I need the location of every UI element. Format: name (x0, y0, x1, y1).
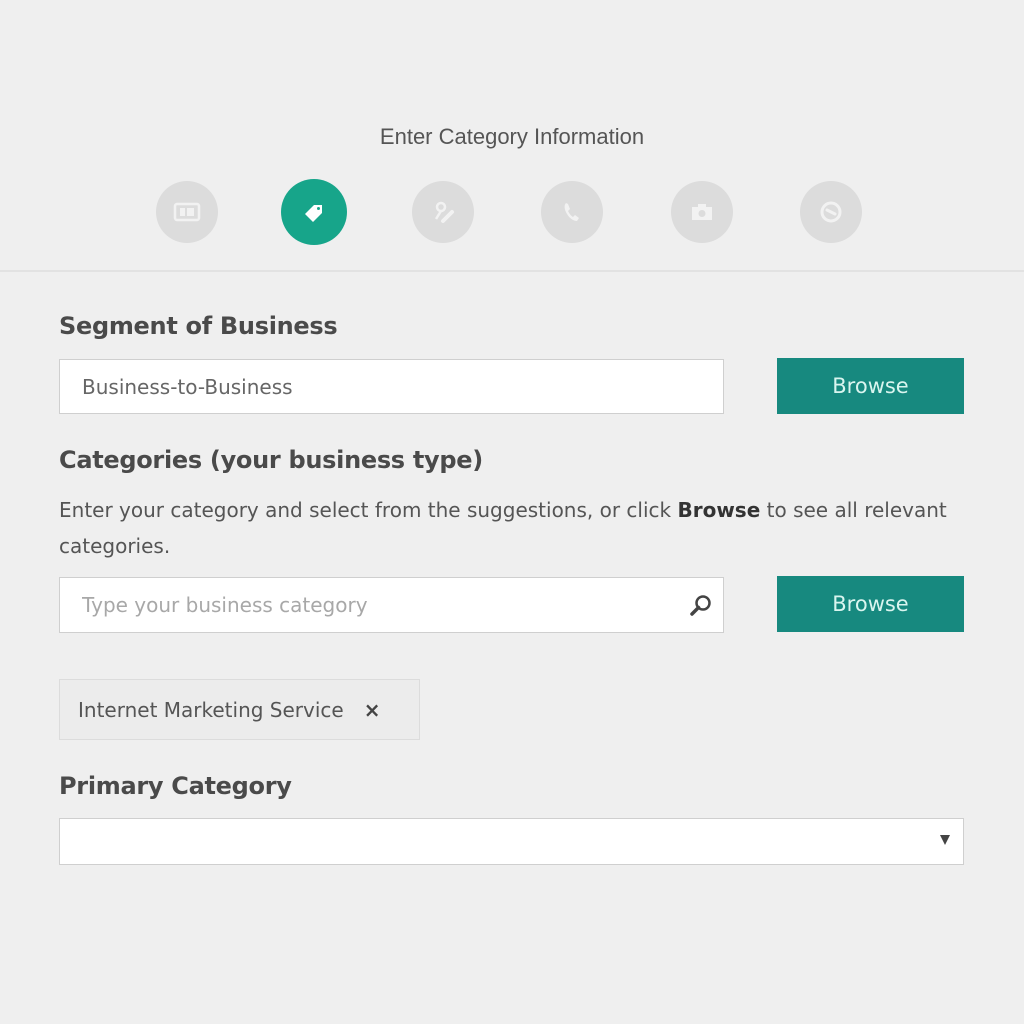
camera-icon (692, 204, 712, 220)
tag-icon (305, 205, 322, 222)
segment-browse-button[interactable]: Browse (777, 358, 964, 414)
step-indicator (0, 179, 1024, 245)
segment-field[interactable] (59, 359, 724, 414)
categories-label: Categories (your business type) (59, 446, 483, 474)
segment-label: Segment of Business (59, 312, 338, 340)
person-edit-icon (434, 201, 454, 223)
selected-category-tag: Internet Marketing Service × (59, 679, 420, 740)
step-business-card[interactable] (156, 181, 218, 243)
business-card-icon (173, 202, 201, 222)
step-phone[interactable] (541, 181, 603, 243)
step-photo[interactable] (671, 181, 733, 243)
category-search-input[interactable] (82, 578, 642, 632)
primary-category-select[interactable] (59, 818, 964, 865)
step-hours[interactable] (800, 181, 862, 243)
categories-browse-button[interactable]: Browse (777, 576, 964, 632)
wizard-header: Enter Category Information (0, 0, 1024, 272)
segment-input[interactable] (82, 360, 642, 413)
search-icon[interactable] (687, 592, 715, 620)
remove-tag-icon[interactable]: × (364, 698, 381, 722)
step-category[interactable] (281, 179, 347, 245)
clock-icon (820, 201, 842, 223)
category-search-field[interactable] (59, 577, 724, 633)
step-contact-person[interactable] (412, 181, 474, 243)
phone-icon (564, 203, 579, 221)
chevron-down-icon[interactable] (940, 835, 950, 845)
primary-category-label: Primary Category (59, 772, 292, 800)
help-text-browse: Browse (677, 498, 761, 522)
help-text-prefix: Enter your category and select from the … (59, 498, 678, 522)
tag-label: Internet Marketing Service (78, 697, 344, 722)
categories-help-text: Enter your category and select from the … (59, 492, 959, 564)
step-title: Enter Category Information (379, 124, 645, 149)
